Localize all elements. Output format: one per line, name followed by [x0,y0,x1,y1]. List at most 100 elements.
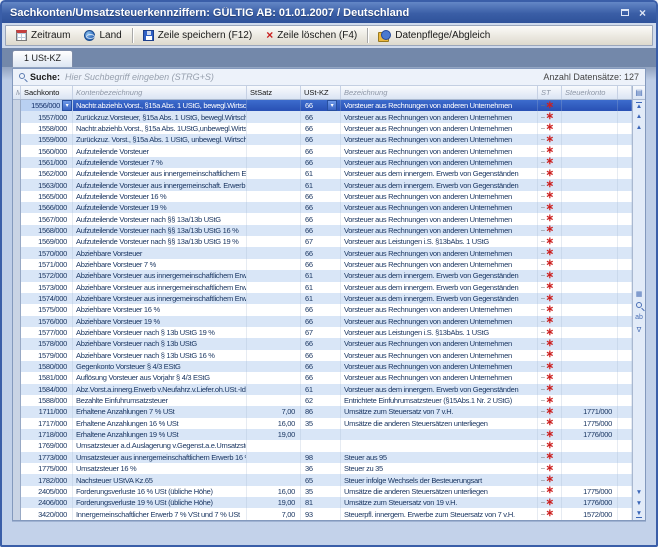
sachkonto-dropdown-button[interactable]: ▾ [62,100,72,111]
header-stsatz[interactable]: StSatz [247,86,301,99]
table-row[interactable]: 1581/000Auflösung Vorsteuer aus Vorjahr … [13,372,632,383]
header-st[interactable]: ST [538,86,562,99]
scroll-line-down-button[interactable]: ▼ [633,487,645,498]
grid-view-button[interactable]: ▦ [636,288,643,299]
table-row[interactable]: 1560/000Aufzuteilende Vorsteuer66Vorsteu… [13,145,632,156]
grid-goto-button[interactable]: ab [635,312,643,323]
row-marker-cell [13,157,21,168]
ustkz-cell: 61 [301,384,341,395]
table-row[interactable]: 2405/000Forderungsverluste 16 % USt (übl… [13,486,632,497]
table-row[interactable]: 1562/000Aufzuteilende Vorsteuer aus inne… [13,168,632,179]
save-row-button[interactable]: Zeile speichern (F12) [136,27,259,44]
table-row[interactable]: 1558/000Nachtr.abziehb.Vorst., §15a Abs.… [13,123,632,134]
stsatz-cell [247,225,301,236]
bezeichnung-cell: Vorsteuer aus Rechnungen von anderen Unt… [341,304,538,315]
tax-key-icon: –∗ [541,248,554,258]
table-row[interactable]: 1568/000Aufzuteilende Vorsteuer nach §§ … [13,225,632,236]
table-row[interactable]: 1576/000Abziehbare Vorsteuer 19 %66Vorst… [13,316,632,327]
table-row[interactable]: 1717/000Erhaltene Anzahlungen 16 % USt16… [13,418,632,429]
table-row[interactable]: 1588/000Bezahlte Einfuhrumsatzsteuer62En… [13,395,632,406]
table-row[interactable]: 1556/000▾Nachtr.abziehb.Vorst., §15a Abs… [13,100,632,111]
table-row[interactable]: 1782/000Nachsteuer UStVA Kz.6565Steuer i… [13,474,632,485]
stsatz-cell [247,157,301,168]
header-kontenbezeichnung[interactable]: Kontenbezeichnung [73,86,247,99]
delete-row-button[interactable]: × Zeile löschen (F4) [259,27,364,44]
tax-dash-glyph: – [541,170,545,177]
filler-cell [618,372,632,383]
table-row[interactable]: 1573/000Abziehbare Vorsteuer aus innerge… [13,282,632,293]
table-row[interactable]: 1775/000Umsatzsteuer 16 %36Steuer zu 35–… [13,463,632,474]
filler-cell [618,508,632,519]
ustkz-dropdown-button[interactable]: ▾ [327,100,337,111]
table-row[interactable]: 1578/000Abziehbare Vorsteuer nach § 13b … [13,338,632,349]
table-row[interactable]: 1584/000Abz.Vorst.a.innerg.Erwerb v.Neuf… [13,384,632,395]
table-row[interactable]: 1769/000Umsatzsteuer a.d.Auslagerung v.G… [13,440,632,451]
scroll-to-top-button[interactable]: ▲ [633,100,645,111]
table-row[interactable]: 1569/000Aufzuteilende Vorsteuer nach §§ … [13,236,632,247]
table-row[interactable]: 1566/000Aufzuteilende Vorsteuer 19 %66Vo… [13,202,632,213]
table-row[interactable]: 1565/000Aufzuteilende Vorsteuer 16 %66Vo… [13,191,632,202]
tax-star-glyph: ∗ [546,475,554,485]
tax-star-glyph: ∗ [546,282,554,292]
scroll-page-down-button[interactable]: ▼ [633,498,645,509]
header-ustkz[interactable]: USt-KZ [301,86,341,99]
zeitraum-button[interactable]: Zeitraum [9,27,77,44]
window-title: Sachkonten/Umsatzsteuerkennziffern: GÜLT… [10,7,614,19]
steuerkonto-cell [562,270,618,281]
scroll-page-up-button[interactable]: ▲ [633,111,645,122]
filler-cell [618,316,632,327]
stsatz-cell [247,179,301,190]
kontenbezeichnung-cell: Aufzuteilende Vorsteuer 16 % [73,191,247,202]
row-marker-cell [13,497,21,508]
steuerkonto-cell [562,236,618,247]
table-row[interactable]: 1572/000Abziehbare Vorsteuer aus innerge… [13,270,632,281]
table-row[interactable]: 1567/000Aufzuteilende Vorsteuer nach §§ … [13,213,632,224]
header-sachkonto[interactable]: Sachkonto [21,86,73,99]
restore-button[interactable] [617,6,632,20]
steuerkonto-cell [562,293,618,304]
table-row[interactable]: 1711/000Erhaltene Anzahlungen 7 % USt7,0… [13,406,632,417]
grid-search-button[interactable] [636,300,642,311]
kontenbezeichnung-cell: Abziehbare Vorsteuer [73,247,247,258]
table-row[interactable]: 1575/000Abziehbare Vorsteuer 16 %66Vorst… [13,304,632,315]
tax-dash-glyph: – [541,284,545,291]
table-row[interactable]: 1718/000Erhaltene Anzahlungen 19 % USt19… [13,429,632,440]
kontenbezeichnung-cell: Umsatzsteuer a.d.Auslagerung v.Gegenst.a… [73,440,247,451]
table-row[interactable]: 1577/000Abziehbare Vorsteuer nach § 13b … [13,327,632,338]
datenpflege-label: Datenpflege/Abgleich [395,30,490,41]
table-row[interactable]: 1580/000Gegenkonto Vorsteuer § 4/3 EStG6… [13,361,632,372]
table-row[interactable]: 1563/000Aufzuteilende Vorsteuer aus inne… [13,179,632,190]
steuerkonto-cell [562,157,618,168]
table-row[interactable]: 1571/000Abziehbare Vorsteuer 7 %66Vorste… [13,259,632,270]
table-row[interactable]: 1559/000Zurückzuz. Vorst., §15a Abs. 1 U… [13,134,632,145]
table-row[interactable]: 1557/000Zurückzuz.Vorsteuer, §15a Abs. 1… [13,111,632,122]
table-row[interactable]: 1561/000Aufzuteilende Vorsteuer 7 %66Vor… [13,157,632,168]
grid-filter-button[interactable]: ∇ [637,324,642,335]
table-row[interactable]: 1579/000Abziehbare Vorsteuer nach § 13b … [13,350,632,361]
table-row[interactable]: 1574/000Abziehbare Vorsteuer aus innerge… [13,293,632,304]
table-row[interactable]: 2406/000Forderungsverluste 19 % USt (übl… [13,497,632,508]
vertical-scrollbar[interactable]: ▤ ▲ ▲ ▲ ▦ [632,86,645,520]
header-steuerkonto[interactable]: Steuerkonto [562,86,618,99]
table-row[interactable]: 1773/000Umsatzsteuer aus innergemeinscha… [13,452,632,463]
close-button[interactable]: × [635,6,650,20]
tax-dash-glyph: – [541,261,545,268]
scroll-to-bottom-button[interactable]: ▼ [633,509,645,520]
table-options-icon[interactable]: ▤ [633,86,645,100]
search-input[interactable] [65,72,538,82]
sachkonto-cell: 2405/000 [21,486,73,497]
table-row[interactable]: 1570/000Abziehbare Vorsteuer66Vorsteuer … [13,247,632,258]
tax-star-glyph: ∗ [546,350,554,360]
filler-cell [618,191,632,202]
kontenbezeichnung-cell: Umsatzsteuer aus innergemeinschaftlichem… [73,452,247,463]
header-bezeichnung[interactable]: Bezeichnung [341,86,538,99]
land-button[interactable]: Land [77,27,128,44]
filler-cell [618,202,632,213]
tax-key-icon: –∗ [541,407,554,417]
scroll-line-up-button[interactable]: ▲ [633,122,645,133]
sachkonto-cell: 1570/000 [21,247,73,258]
st-cell: –∗ [538,145,562,156]
table-row[interactable]: 3420/000Innergemeinschaftlicher Erwerb 7… [13,508,632,519]
tab-ust-kz[interactable]: 1 USt-KZ [12,50,73,67]
datenpflege-button[interactable]: Datenpflege/Abgleich [371,27,497,44]
